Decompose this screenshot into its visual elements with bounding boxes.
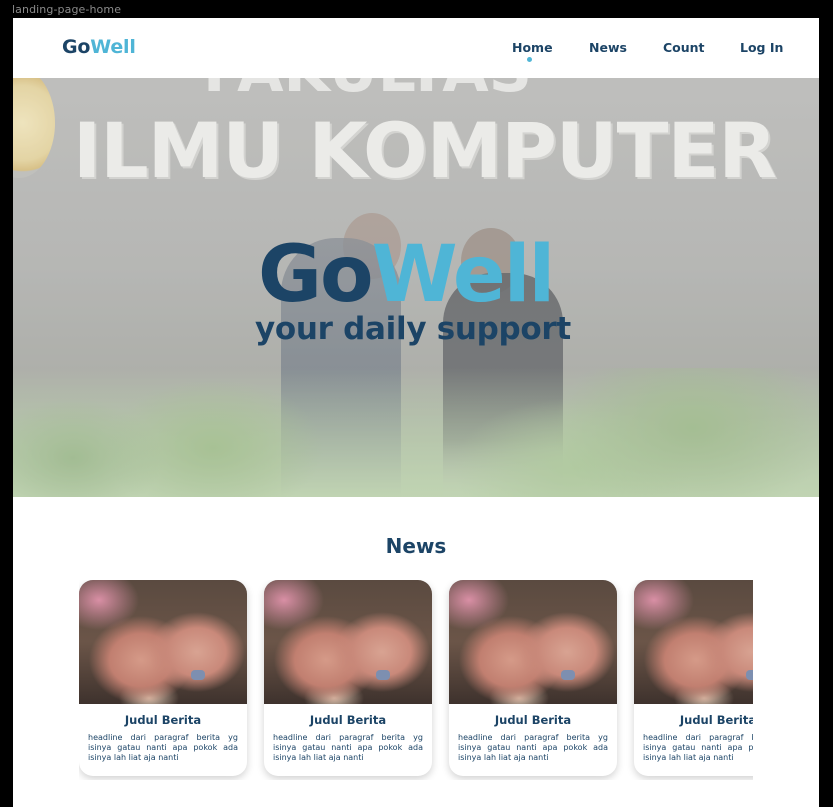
news-card-description: headline dari paragraf berita yg isinya … [643,733,753,762]
brand-logo-well: Well [90,36,136,58]
news-card-title: Judul Berita [494,713,572,727]
nav-home[interactable]: Home [512,40,553,55]
news-card-title: Judul Berita [679,713,753,727]
news-card-image [264,580,432,704]
nav-count[interactable]: Count [663,40,705,55]
hero-tagline: your daily support [255,311,571,347]
news-card-description: headline dari paragraf berita yg isinya … [88,733,238,762]
nav-login[interactable]: Log In [740,40,783,55]
news-card[interactable]: Judul Berita headline dari paragraf beri… [449,580,617,776]
news-card-description: headline dari paragraf berita yg isinya … [273,733,423,762]
news-heading: News [385,534,447,558]
news-card-description: headline dari paragraf berita yg isinya … [458,733,608,762]
news-card-image [634,580,753,704]
nav-news[interactable]: News [589,40,627,55]
news-card-title: Judul Berita [124,713,202,727]
frame-label: landing-page-home [12,3,122,16]
news-card[interactable]: Judul Berita headline dari paragraf beri… [264,580,432,776]
hero-title-well: Well [371,230,556,320]
news-card-image [449,580,617,704]
navbar: GoWell Home News Count Log In [13,18,819,78]
news-carousel[interactable]: Judul Berita headline dari paragraf beri… [79,580,753,780]
landing-page: GoWell Home News Count Log In FAKULTAS I… [13,18,819,807]
brand-logo[interactable]: GoWell [62,36,136,58]
hero-title: GoWell [258,236,555,314]
hero-title-go: Go [258,230,374,320]
news-card-title: Judul Berita [309,713,387,727]
nav-active-indicator [527,57,532,62]
news-card-image [79,580,247,704]
brand-logo-go: Go [62,36,91,58]
hero-banner: FAKULTAS ILMU KOMPUTER GoWell your daily… [13,78,819,497]
news-card[interactable]: Judul Berita headline dari paragraf beri… [79,580,247,776]
news-card[interactable]: Judul Berita headline dari paragraf beri… [634,580,753,776]
